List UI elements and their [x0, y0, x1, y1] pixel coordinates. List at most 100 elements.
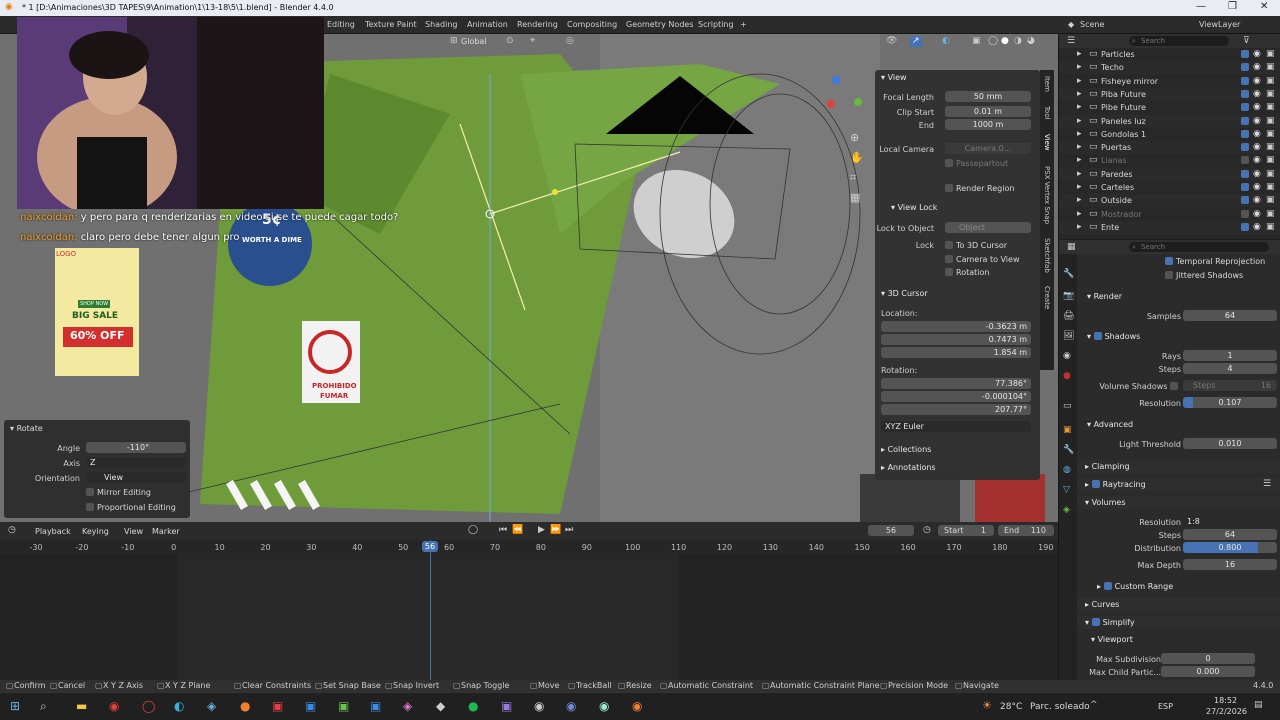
exclude-checkbox[interactable] [1241, 89, 1249, 98]
visibility-eye-icon[interactable]: ◉ [1253, 183, 1261, 192]
keying-menu[interactable]: Keying [82, 527, 109, 536]
overlay-icon[interactable]: ◐ [942, 37, 950, 46]
cursor-rot-z-field[interactable]: 207.77° [881, 404, 1031, 415]
close-button[interactable]: ✕ [1260, 1, 1268, 12]
visibility-eye-icon[interactable]: ◉ [1253, 103, 1261, 112]
expand-arrow-icon[interactable]: ▸ [1077, 196, 1082, 205]
render-subpanel[interactable]: ▾ Render [1077, 290, 1280, 303]
timeline-editor-icon[interactable]: ◷ [8, 526, 16, 535]
tab-tool[interactable]: Tool [1043, 106, 1051, 120]
proportional-icon[interactable]: ◎ [566, 37, 574, 46]
outliner-item[interactable]: ▸ ▭ Gondolas 1 ◉ ▣ [1059, 128, 1280, 141]
render-visibility-icon[interactable]: ▣ [1266, 196, 1275, 205]
pivot-icon[interactable]: ⊙ [506, 37, 514, 46]
custom-range-subpanel[interactable]: ▸ Custom Range [1077, 580, 1280, 593]
shading-rendered-icon[interactable]: ◕ [1027, 37, 1035, 46]
mirror-editing-checkbox[interactable]: Mirror Editing [86, 488, 151, 497]
clip-end-field[interactable]: 1000 m [945, 119, 1031, 130]
visibility-icon[interactable]: 👁 [886, 37, 897, 46]
spotify-icon[interactable]: ● [468, 700, 478, 712]
output-tab-icon[interactable]: 🖨 [1063, 312, 1074, 321]
lock-object-field[interactable]: Object [945, 222, 1031, 233]
tab-compositing[interactable]: Compositing [567, 20, 617, 29]
view-layer-name[interactable]: ViewLayer [1199, 20, 1240, 29]
tab-create[interactable]: Create [1043, 286, 1051, 309]
to-3d-cursor-checkbox[interactable]: To 3D Cursor [945, 241, 1007, 250]
exclude-checkbox[interactable] [1241, 209, 1249, 218]
timeline[interactable]: -30 -20 -10 0 10 20 30 40 50 60 70 80 90 100 110 120 130… [0, 540, 1058, 680]
obs-icon[interactable]: ▣ [272, 700, 283, 712]
shading-wireframe-icon[interactable]: ◯ [988, 37, 998, 46]
max-subdivision-field[interactable]: 0 [1161, 653, 1255, 664]
modifier-tab-icon[interactable]: 🔧 [1063, 446, 1074, 455]
physics-tab-icon[interactable]: ◍ [1063, 466, 1071, 475]
blender-taskbar-icon[interactable]: ◉ [632, 700, 642, 712]
view-menu[interactable]: View [124, 527, 143, 536]
end-frame-field[interactable]: End 110 [998, 525, 1054, 536]
outliner-item[interactable]: ▸ ▭ Particles ◉ ▣ [1059, 48, 1280, 61]
shading-material-icon[interactable]: ◑ [1014, 37, 1022, 46]
view-section-header[interactable]: ▾ View [881, 73, 907, 82]
properties-search[interactable]: ⌕ Search [1129, 242, 1269, 252]
visibility-eye-icon[interactable]: ◉ [1253, 129, 1261, 139]
outliner-item[interactable]: ▸ ▭ Paredes ◉ ▣ [1059, 167, 1280, 181]
exclude-checkbox[interactable] [1241, 50, 1249, 58]
view-layer-tab-icon[interactable]: 🖼 [1063, 332, 1074, 341]
maximize-button[interactable]: ❐ [1228, 1, 1237, 12]
view-lock-header[interactable]: ▾ View Lock [891, 203, 937, 212]
rays-field[interactable]: 1 [1183, 350, 1277, 361]
expand-arrow-icon[interactable]: ▸ [1077, 50, 1082, 59]
annotations-header[interactable]: ▸ Annotations [881, 463, 936, 472]
tool-tab-icon[interactable]: 🔧 [1063, 270, 1074, 279]
shading-solid-icon[interactable]: ● [1001, 37, 1009, 46]
max-depth-field[interactable]: 16 [1183, 559, 1277, 570]
snap-icon[interactable]: ⌖ [530, 37, 535, 46]
render-visibility-icon[interactable]: ▣ [1266, 156, 1275, 165]
vol-resolution-select[interactable]: 1:8 [1183, 516, 1277, 527]
cursor-rot-y-field[interactable]: -0.000104° [881, 391, 1031, 402]
render-visibility-icon[interactable]: ▣ [1266, 89, 1275, 99]
zoom-icon[interactable]: ⊕ [850, 132, 859, 143]
volumes-panel[interactable]: ▾ Volumes [1077, 496, 1280, 509]
tab-geometry-nodes[interactable]: Geometry Nodes [626, 20, 693, 29]
scene-tab-icon[interactable]: ◉ [1063, 352, 1071, 361]
tab-item[interactable]: Item [1043, 76, 1051, 92]
expand-arrow-icon[interactable]: ▸ [1077, 143, 1082, 152]
jump-start-icon[interactable]: ⏮ [499, 526, 507, 535]
temporal-reprojection-checkbox[interactable]: Temporal Reprojection [1165, 257, 1265, 266]
outliner-item[interactable]: ▸ ▭ Outside ◉ ▣ [1059, 194, 1280, 208]
advanced-subpanel[interactable]: ▾ Advanced [1077, 418, 1280, 431]
expand-arrow-icon[interactable]: ▸ [1077, 209, 1082, 219]
outliner-item[interactable]: ▸ ▭ Piba Future ◉ ▣ [1059, 87, 1280, 101]
preview-range-icon[interactable]: ◷ [923, 526, 931, 535]
clamping-panel[interactable]: ▸ Clamping [1077, 460, 1280, 473]
expand-arrow-icon[interactable]: ▸ [1077, 169, 1082, 179]
weather-temp[interactable]: 28°C [1000, 702, 1022, 712]
curves-panel[interactable]: ▸ Curves [1077, 598, 1280, 611]
render-visibility-icon[interactable]: ▣ [1266, 103, 1275, 112]
exclude-checkbox[interactable] [1241, 222, 1249, 231]
collections-header[interactable]: ▸ Collections [881, 445, 931, 454]
outliner-item[interactable]: ▸ ▭ Techo ◉ ▣ [1059, 61, 1280, 75]
outliner-item[interactable]: ▸ ▭ Carteles ◉ ▣ [1059, 181, 1280, 194]
shadows-subpanel[interactable]: ▾ Shadows [1077, 330, 1280, 343]
next-keyframe-icon[interactable]: ⏩ [550, 526, 561, 535]
search-icon[interactable]: ⌕ [40, 700, 47, 712]
render-visibility-icon[interactable]: ▣ [1266, 63, 1275, 72]
world-tab-icon[interactable]: ● [1063, 372, 1071, 381]
properties-editor-icon[interactable]: ▦ [1067, 243, 1076, 252]
render-visibility-icon[interactable]: ▣ [1266, 76, 1275, 86]
app4-icon[interactable]: ◉ [534, 700, 544, 712]
outliner-item[interactable]: ▸ ▭ Lianas ◉ ▣ [1059, 154, 1280, 167]
axis-select[interactable]: Z [86, 457, 186, 468]
render-visibility-icon[interactable]: ▣ [1266, 50, 1275, 59]
tab-texture-paint[interactable]: Texture Paint [365, 20, 417, 29]
expand-arrow-icon[interactable]: ▸ [1077, 129, 1082, 139]
tab-shading[interactable]: Shading [425, 20, 458, 29]
clock-time[interactable]: 18:52 [1214, 696, 1237, 705]
proportional-editing-checkbox[interactable]: Proportional Editing [86, 503, 176, 512]
exclude-checkbox[interactable] [1241, 156, 1249, 165]
tab-psx-vertex-snap[interactable]: PSX Vertex Snap [1043, 166, 1051, 224]
max-child-field[interactable]: 0.000 [1161, 666, 1255, 677]
weather-desc[interactable]: Parc. soleado [1030, 702, 1090, 712]
